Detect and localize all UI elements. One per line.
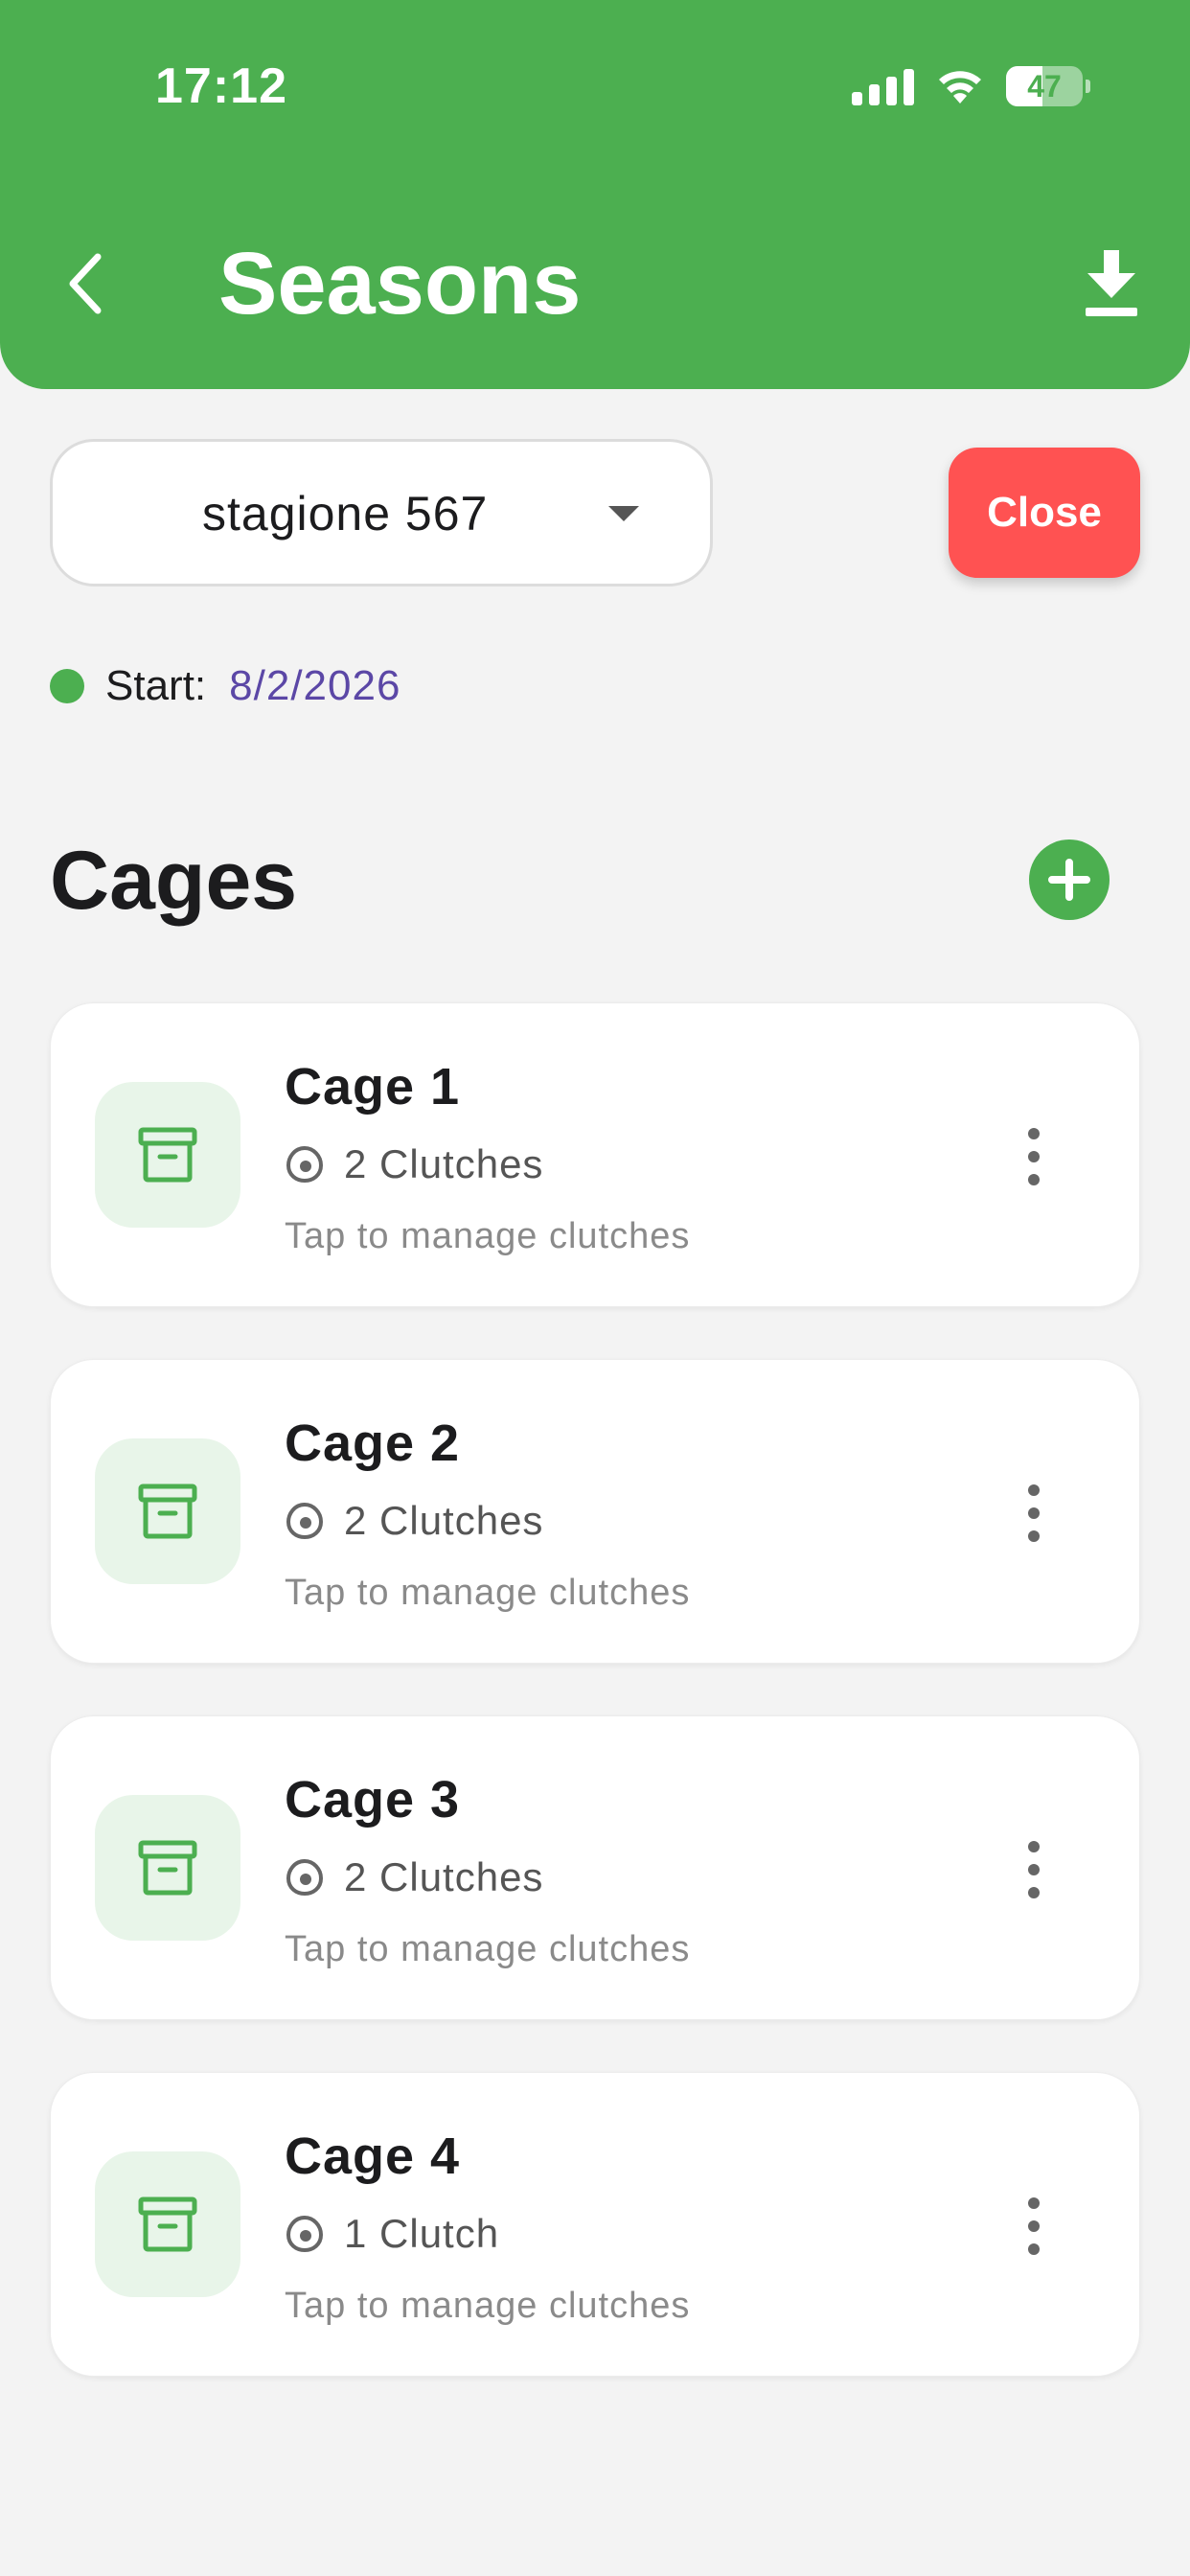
wifi-icon bbox=[939, 71, 981, 104]
download-button[interactable] bbox=[1075, 245, 1148, 322]
clutch-count: 2 Clutches bbox=[344, 1498, 544, 1543]
clutch-count: 2 Clutches bbox=[344, 1854, 544, 1899]
more-vertical-icon bbox=[1028, 1128, 1040, 1139]
close-season-button[interactable]: Close bbox=[949, 448, 1140, 578]
app-header: 17:12 47 Seasons bbox=[0, 0, 1190, 389]
cage-icon-container bbox=[95, 1082, 240, 1228]
more-options-button[interactable] bbox=[1015, 1118, 1053, 1195]
clutch-count: 1 Clutch bbox=[344, 2211, 500, 2256]
cage-card[interactable]: Cage 3 2 Clutches Tap to manage clutches bbox=[50, 1715, 1140, 2020]
egg-icon bbox=[286, 1502, 324, 1540]
cage-name: Cage 1 bbox=[285, 1058, 461, 1116]
more-vertical-icon bbox=[1028, 1484, 1040, 1496]
archive-box-icon bbox=[138, 1127, 197, 1183]
cages-section-title: Cages bbox=[50, 835, 298, 927]
signal-icon bbox=[852, 67, 914, 105]
clutch-count: 2 Clutches bbox=[344, 1141, 544, 1186]
archive-box-icon bbox=[138, 1840, 197, 1896]
egg-icon bbox=[286, 1145, 324, 1184]
cage-hint: Tap to manage clutches bbox=[285, 1929, 691, 1969]
download-icon bbox=[1086, 250, 1137, 316]
egg-icon bbox=[286, 2215, 324, 2253]
page-title: Seasons bbox=[218, 235, 582, 333]
cage-name: Cage 4 bbox=[285, 2128, 461, 2185]
more-options-button[interactable] bbox=[1015, 2188, 1053, 2265]
cage-hint: Tap to manage clutches bbox=[285, 1216, 691, 1256]
season-dropdown[interactable]: stagione 567 bbox=[50, 439, 713, 586]
battery-icon: 47 bbox=[1006, 66, 1083, 106]
chevron-down-icon bbox=[608, 506, 639, 521]
archive-box-icon bbox=[138, 2196, 197, 2252]
cage-hint: Tap to manage clutches bbox=[285, 1573, 691, 1613]
status-icons: 47 bbox=[852, 65, 1090, 107]
start-label: Start: bbox=[105, 662, 207, 709]
add-cage-button[interactable] bbox=[1029, 840, 1110, 920]
cage-icon-container bbox=[95, 1438, 240, 1584]
egg-icon bbox=[286, 1858, 324, 1897]
season-selected-value: stagione 567 bbox=[202, 487, 489, 540]
cage-name: Cage 3 bbox=[285, 1771, 461, 1828]
cage-card[interactable]: Cage 2 2 Clutches Tap to manage clutches bbox=[50, 1359, 1140, 1664]
season-start-row: Start: 8/2/2026 bbox=[50, 661, 400, 711]
chevron-left-icon bbox=[69, 253, 102, 314]
clutch-count-row: 2 Clutches bbox=[285, 1851, 543, 1904]
status-dot-icon bbox=[50, 669, 84, 703]
more-vertical-icon bbox=[1028, 1841, 1040, 1852]
back-button[interactable] bbox=[56, 245, 113, 322]
cage-card[interactable]: Cage 4 1 Clutch Tap to manage clutches bbox=[50, 2072, 1140, 2377]
clutch-count-row: 2 Clutches bbox=[285, 1138, 543, 1191]
clutch-count-row: 1 Clutch bbox=[285, 2207, 499, 2261]
clutch-count-row: 2 Clutches bbox=[285, 1494, 543, 1548]
cage-icon-container bbox=[95, 2151, 240, 2297]
start-date: 8/2/2026 bbox=[229, 662, 401, 709]
cage-icon-container bbox=[95, 1795, 240, 1941]
cage-name: Cage 2 bbox=[285, 1414, 461, 1472]
status-time: 17:12 bbox=[155, 58, 287, 114]
plus-icon bbox=[1048, 859, 1090, 901]
archive-box-icon bbox=[138, 1484, 197, 1539]
cage-card[interactable]: Cage 1 2 Clutches Tap to manage clutches bbox=[50, 1002, 1140, 1307]
more-options-button[interactable] bbox=[1015, 1831, 1053, 1908]
more-options-button[interactable] bbox=[1015, 1475, 1053, 1552]
more-vertical-icon bbox=[1028, 2197, 1040, 2209]
cage-hint: Tap to manage clutches bbox=[285, 2286, 691, 2326]
battery-level: 47 bbox=[1027, 68, 1062, 104]
